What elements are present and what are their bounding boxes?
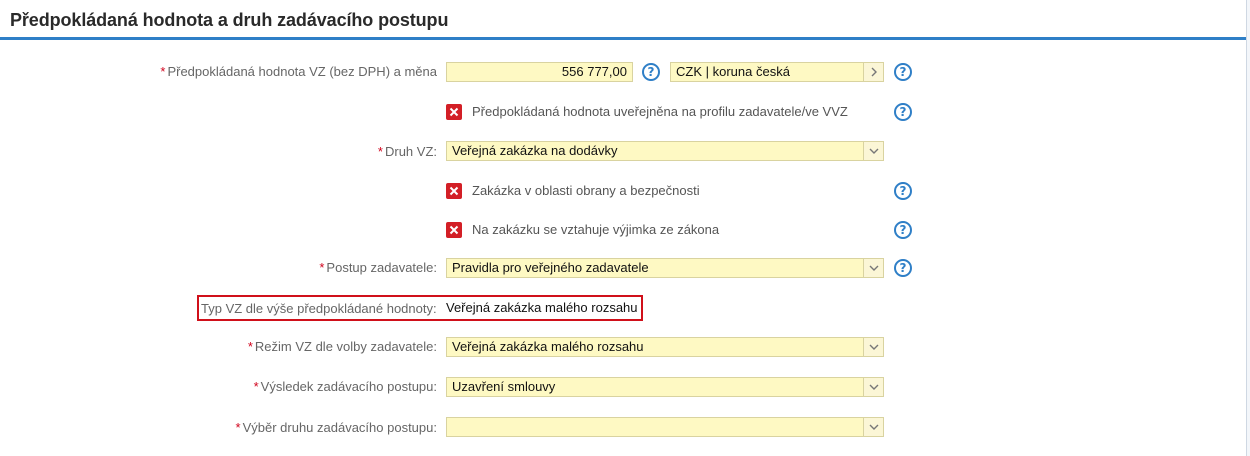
chevron-down-icon[interactable] xyxy=(863,418,883,436)
label-vyber-druhu: * Výběr druhu zadávacího postupu: xyxy=(235,420,437,435)
help-icon[interactable]: ? xyxy=(894,259,912,277)
chevron-down-icon[interactable] xyxy=(863,338,883,356)
help-icon[interactable]: ? xyxy=(894,63,912,81)
chevron-down-icon[interactable] xyxy=(863,142,883,160)
help-icon[interactable]: ? xyxy=(642,63,660,81)
chevron-down-icon[interactable] xyxy=(863,259,883,277)
chevron-right-icon[interactable] xyxy=(863,63,883,81)
rezim-select[interactable]: Veřejná zakázka malého rozsahu xyxy=(446,337,884,357)
vysledek-select[interactable]: Uzavření smlouvy xyxy=(446,377,884,397)
typ-vz-value: Veřejná zakázka malého rozsahu xyxy=(446,300,638,315)
help-icon[interactable]: ? xyxy=(894,221,912,239)
section-title: Předpokládaná hodnota a druh zadávacího … xyxy=(10,10,449,30)
label-vysledek: * Výsledek zadávacího postupu: xyxy=(253,379,437,394)
published-checkbox-label: Předpokládaná hodnota uveřejněna na prof… xyxy=(472,104,848,119)
section-header: Předpokládaná hodnota a druh zadávacího … xyxy=(0,0,1250,40)
label-typ-vz: Typ VZ dle výše předpokládané hodnoty: xyxy=(201,301,437,316)
x-box-icon[interactable] xyxy=(446,183,462,199)
x-box-icon[interactable] xyxy=(446,222,462,238)
help-icon[interactable]: ? xyxy=(894,103,912,121)
help-icon[interactable]: ? xyxy=(894,182,912,200)
vyjimka-checkbox-label: Na zakázku se vztahuje výjimka ze zákona xyxy=(472,222,720,237)
label-druh-vz: * Druh VZ: xyxy=(377,144,437,159)
amount-input[interactable]: 556 777,00 xyxy=(446,62,633,82)
druh-vz-select[interactable]: Veřejná zakázka na dodávky xyxy=(446,141,884,161)
obrana-checkbox-label: Zakázka v oblasti obrany a bezpečnosti xyxy=(472,183,700,198)
chevron-down-icon[interactable] xyxy=(863,378,883,396)
x-box-icon[interactable] xyxy=(446,104,462,120)
label-postup-zadavatele: * Postup zadavatele: xyxy=(319,260,437,275)
currency-picker[interactable]: CZK | koruna česká xyxy=(670,62,884,82)
label-rezim-vz: * Režim VZ dle volby zadavatele: xyxy=(247,339,437,354)
scrollbar-edge xyxy=(1246,0,1250,456)
label-predpokladana-hodnota: * Předpokládaná hodnota VZ (bez DPH) a mě… xyxy=(160,64,437,79)
vyber-select[interactable] xyxy=(446,417,884,437)
postup-select[interactable]: Pravidla pro veřejného zadavatele xyxy=(446,258,884,278)
